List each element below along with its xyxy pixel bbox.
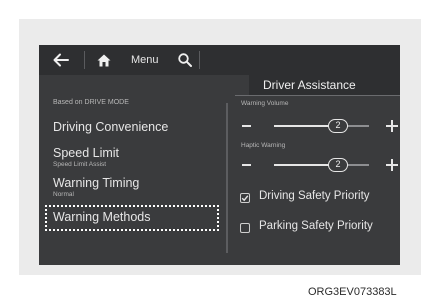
warning-volume-plus-button[interactable] [386, 120, 398, 132]
parking-safety-priority-checkbox[interactable] [240, 223, 250, 233]
menu-item-warning-timing-value: Normal [53, 191, 74, 198]
home-icon [97, 54, 111, 66]
page-title: Driver Assistance [263, 78, 356, 92]
search-icon [178, 53, 192, 67]
menu-item-warning-timing[interactable]: Warning Timing [53, 176, 139, 190]
warning-volume-knob[interactable]: 2 [328, 119, 348, 133]
haptic-warning-label: Haptic Warning [241, 142, 286, 149]
title-underline [235, 95, 400, 96]
driving-safety-priority-label: Driving Safety Priority [259, 190, 370, 202]
haptic-warning-minus-button[interactable] [242, 164, 251, 166]
haptic-warning-fill [274, 164, 332, 166]
left-menu-header: Based on DRIVE MODE [53, 99, 129, 106]
panel-divider [226, 103, 228, 253]
driving-safety-priority-checkbox[interactable] [240, 193, 250, 203]
home-button[interactable] [93, 45, 115, 75]
back-arrow-icon [53, 53, 69, 67]
menu-item-speed-limit[interactable]: Speed Limit [53, 146, 119, 160]
menu-item-driving-convenience[interactable]: Driving Convenience [53, 120, 168, 134]
topbar-separator [199, 51, 200, 69]
haptic-warning-plus-button[interactable] [386, 159, 398, 171]
top-bar: Menu [39, 45, 400, 75]
topbar-separator [84, 51, 85, 69]
warning-volume-fill [274, 125, 332, 127]
figure-code: ORG3EV073383L [308, 286, 397, 298]
search-button[interactable] [174, 45, 196, 75]
warning-volume-minus-button[interactable] [242, 125, 251, 127]
menu-item-warning-methods[interactable]: Warning Methods [53, 210, 151, 224]
menu-button[interactable]: Menu [131, 45, 159, 75]
haptic-warning-knob[interactable]: 2 [328, 158, 348, 172]
infotainment-screen: Menu Driver Assistance Based on DRIVE MO… [39, 45, 400, 265]
checkmark-icon [241, 195, 249, 202]
menu-item-speed-limit-value: Speed Limit Assist [53, 161, 107, 168]
warning-volume-label: Warning Volume [241, 100, 289, 107]
back-button[interactable] [47, 45, 75, 75]
parking-safety-priority-label: Parking Safety Priority [259, 220, 373, 232]
